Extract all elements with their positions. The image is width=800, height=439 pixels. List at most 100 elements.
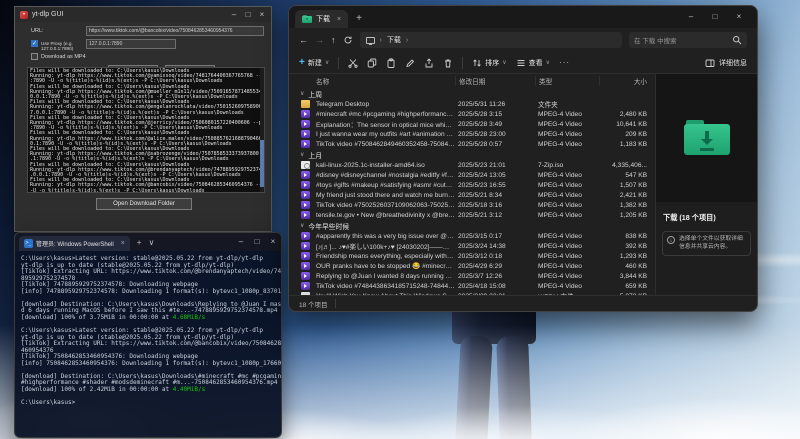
close-button[interactable]: × [727,9,751,25]
new-tab-button[interactable]: + [137,238,142,247]
rename-icon[interactable] [405,58,415,68]
file-name: TikTok video #7484438634185715248-748443… [313,283,455,290]
open-download-folder-button[interactable]: Open Download Folder [96,198,192,210]
file-icon-video [301,211,310,219]
ytdlp-gui-window[interactable]: yt-dlp GUI – □ × URL: https://www.tiktok… [14,6,272,232]
file-row[interactable]: I just wanna wear my outfits #art #anima… [297,129,655,139]
file-row[interactable]: OUR pranks have to be stopped 😂 #minecra… [297,261,655,271]
explorer-navbar: ← → ↑ › 下载 › 在 下载 中搜索 [289,28,757,52]
file-size: 460 KB [599,263,655,270]
powershell-titlebar[interactable]: >_ 管理员: Windows PowerShell × + ∨ – □ × [15,233,281,251]
sort-button[interactable]: 排序 ∨ [472,58,506,68]
cut-icon[interactable] [348,58,358,68]
file-size: 1,293 KB [599,253,655,260]
explorer-window[interactable]: 下载 × + – □ × ← → ↑ › 下载 › 在 下载 中搜索 [288,5,758,312]
url-input[interactable]: https://www.tiktok.com/@bancobix/video/7… [86,26,264,36]
gui-log[interactable]: Files will be downloaded to: C:\Users\ka… [27,67,265,193]
explorer-tabbar[interactable]: 下载 × + – □ × [289,6,757,28]
close-button[interactable]: × [265,234,281,250]
details-pane-toggle[interactable]: 详细信息 [705,58,747,68]
use-proxy-checkbox[interactable]: ✓ [31,40,38,47]
group-label: 上周 [308,89,322,99]
file-row[interactable]: Explanation：The sensor in optical mice w… [297,119,655,129]
minimize-button[interactable]: – [679,9,703,25]
file-row[interactable]: My friend just stood there and watch me … [297,190,655,200]
file-row[interactable]: tensile.te.gov • New @breathedivinity x … [297,210,655,220]
more-options-button[interactable]: ··· [559,58,570,67]
back-icon[interactable]: ← [299,35,308,45]
file-name: Telegram Desktop [313,101,455,108]
file-size: 659 KB [599,283,655,290]
copy-icon[interactable] [367,58,377,68]
details-hint-text: 选择单个文件以获取详细信息并共享云内容。 [679,236,746,251]
column-header-date[interactable]: 修改日期 [455,76,535,86]
wallpaper-character-leg-right [496,335,532,439]
close-button[interactable]: × [255,8,269,22]
column-headers[interactable]: 名称 修改日期 类型 大小 [297,74,655,88]
new-tab-button[interactable]: + [356,10,362,28]
file-list[interactable]: ∨上周Telegram Desktop2025/5/31 11:26文件夹#mi… [297,88,655,295]
tab-dropdown-icon[interactable]: ∨ [148,238,154,247]
search-input[interactable]: 在 下载 中搜索 [629,32,747,48]
file-group-header[interactable]: ∨上月 [297,149,655,160]
file-row[interactable]: kali-linux-2025.1c-installer-amd64.iso20… [297,160,655,170]
file-icon-video [301,120,310,128]
breadcrumb-item-downloads[interactable]: 下载 [387,35,401,45]
new-button[interactable]: + 新建 ∨ [299,58,329,68]
file-row[interactable]: TikTok video #7508462849460352458-750846… [297,139,655,149]
file-size: 1,507 KB [599,182,655,189]
column-header-type[interactable]: 类型 [535,76,599,86]
proxy-input[interactable]: 127.0.0.1:7890 [86,39,176,49]
file-row[interactable]: #minecraft #mc #pcgaming #highperformanc… [297,109,655,119]
file-row[interactable]: Friendship means everything, especially … [297,251,655,261]
mp4-checkbox[interactable] [31,53,38,60]
file-group-header[interactable]: ∨今年早些时候 [297,220,655,231]
file-icon-video [301,181,310,189]
toolbar-divider [338,57,339,69]
tab-close-icon[interactable]: × [337,16,341,23]
forward-icon[interactable]: → [315,35,324,45]
file-date: 2025/4/18 15:08 [455,283,535,290]
terminal-line: C:\Users\kasus> [21,400,275,407]
maximize-button[interactable]: □ [703,9,727,25]
file-type: MPEG-4 Video [535,172,599,179]
file-date: 2025/5/31 11:26 [455,101,535,108]
explorer-tab-downloads[interactable]: 下载 × [295,10,348,28]
up-icon[interactable]: ↑ [331,35,336,45]
file-type: MPEG-4 Video [535,202,599,209]
maximize-button[interactable]: □ [241,8,255,22]
file-row[interactable]: #disney #disneychannel #nostalgia #editf… [297,170,655,180]
file-row[interactable]: TikTok video #7484438634185715248-748443… [297,281,655,291]
toolbar-divider [462,57,463,69]
view-button[interactable]: 查看 ∨ [516,58,550,68]
file-type: MPEG-4 Video [535,192,599,199]
file-row[interactable]: [♪|♬]... ♪♥#楽しい100k+♪♥ [24030202]——— [#a… [297,241,655,251]
file-row[interactable]: Telegram Desktop2025/5/31 11:26文件夹 [297,99,655,109]
minimize-button[interactable]: – [227,8,241,22]
file-row[interactable]: #toys #gifts #makeup #satisfying #asmr #… [297,180,655,190]
paste-icon[interactable] [386,58,396,68]
file-row[interactable]: #apparently this was a very big issue ov… [297,231,655,241]
powershell-window[interactable]: >_ 管理员: Windows PowerShell × + ∨ – □ × C… [14,232,282,438]
breadcrumb[interactable]: › 下载 › [360,32,623,48]
file-name: #disney #disneychannel #nostalgia #editf… [313,172,455,179]
powershell-output[interactable]: C:\Users\kasus>Latest version: stable@20… [15,251,281,412]
log-scrollbar[interactable] [260,68,264,192]
minimize-button[interactable]: – [233,234,249,250]
maximize-button[interactable]: □ [249,234,265,250]
file-icon-video [301,252,310,260]
file-row[interactable]: Replying to @Juan I wanted 8 days runnin… [297,271,655,281]
delete-icon[interactable] [443,58,453,68]
column-header-size[interactable]: 大小 [599,76,655,86]
scrollbar-thumb[interactable] [260,140,264,187]
file-type: MPEG-4 Video [535,131,599,138]
file-row[interactable]: TikTok video #7502526037109062063-750252… [297,200,655,210]
powershell-tab[interactable]: >_ 管理员: Windows PowerShell × [19,236,130,251]
ytdlp-titlebar[interactable]: yt-dlp GUI – □ × [15,7,271,22]
file-group-header[interactable]: ∨上周 [297,88,655,99]
share-icon[interactable] [424,58,434,68]
details-preview [656,74,757,202]
refresh-icon[interactable] [343,35,353,45]
column-header-name[interactable]: 名称 [313,76,455,86]
tab-close-icon[interactable]: × [121,240,125,247]
